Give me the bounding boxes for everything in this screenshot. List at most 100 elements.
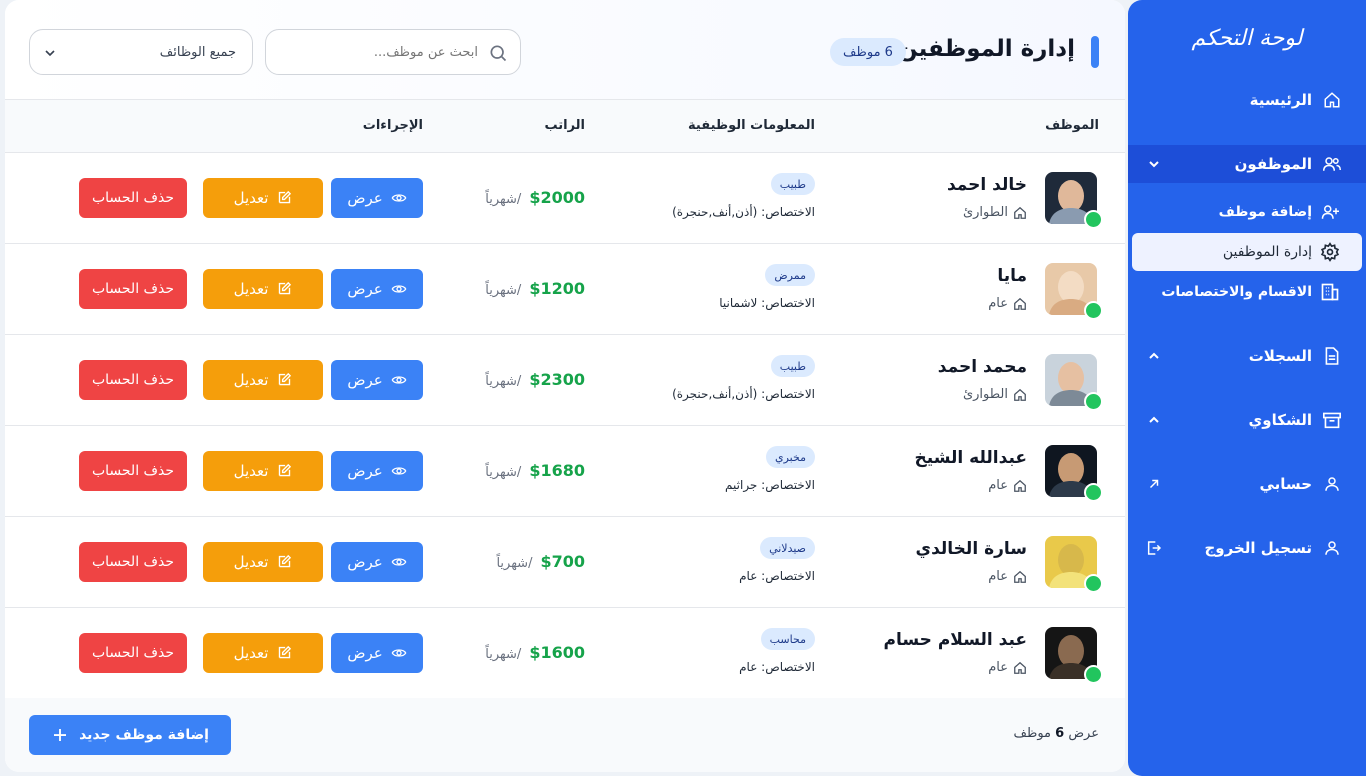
table-footer: عرض 6 موظف إضافة موظف جديد	[5, 698, 1125, 772]
employee-count-badge: 6 موظف	[830, 38, 906, 66]
edit-button[interactable]: تعديل	[203, 360, 323, 400]
employee-department: عام	[988, 660, 1027, 675]
delete-account-button[interactable]: حذف الحساب	[79, 269, 187, 309]
plus-icon	[51, 726, 69, 744]
edit-icon	[276, 190, 292, 206]
specialization: الاختصاص: عام	[739, 569, 815, 583]
user-plus-icon	[1320, 202, 1340, 222]
chevron-down-icon	[42, 45, 58, 61]
sidebar-subitem-label: إدارة الموظفين	[1222, 244, 1312, 260]
delete-account-button[interactable]: حذف الحساب	[79, 633, 187, 673]
role-badge: مخبري	[766, 446, 815, 468]
gear-icon	[1320, 242, 1340, 262]
sidebar-subitem-add-employee[interactable]: إضافة موظف	[1132, 193, 1362, 231]
sidebar-item-account[interactable]: حسابي	[1128, 465, 1366, 503]
eye-icon	[391, 554, 407, 570]
user-icon	[1322, 474, 1342, 494]
table-row: سارة الخالدي عام صيدلاني الاختصاص: عام $…	[5, 517, 1125, 608]
employee-department: عام	[988, 478, 1027, 493]
salary-period: /شهرياً	[485, 647, 522, 662]
delete-account-button[interactable]: حذف الحساب	[79, 360, 187, 400]
delete-account-button[interactable]: حذف الحساب	[79, 451, 187, 491]
employee-name: سارة الخالدي	[915, 539, 1027, 559]
sidebar-subitem-label: الاقسام والاختصاصات	[1161, 284, 1312, 300]
table-row: محمد احمد الطوارئ طبيب الاختصاص: (أذن,أن…	[5, 335, 1125, 426]
view-button[interactable]: عرض	[331, 269, 423, 309]
sidebar-item-label: السجلات	[1248, 347, 1312, 365]
search-box[interactable]	[265, 29, 521, 75]
edit-button[interactable]: تعديل	[203, 633, 323, 673]
view-button[interactable]: عرض	[331, 360, 423, 400]
sidebar-item-label: الموظفون	[1234, 155, 1312, 173]
building-icon	[1320, 282, 1340, 302]
salary-amount: $2000	[529, 188, 585, 207]
table-row: عبدالله الشيخ عام مخبري الاختصاص: جراثيم…	[5, 426, 1125, 517]
sidebar-item-records[interactable]: السجلات	[1128, 337, 1366, 375]
salary-amount: $1600	[529, 643, 585, 662]
job-filter-select[interactable]: جميع الوظائف	[29, 29, 253, 75]
delete-account-button[interactable]: حذف الحساب	[79, 178, 187, 218]
home-icon	[1013, 661, 1027, 675]
sidebar-item-employees[interactable]: الموظفون	[1128, 145, 1366, 183]
table-row: عبد السلام حسام عام محاسب الاختصاص: عام …	[5, 608, 1125, 699]
logout-icon	[1146, 540, 1162, 556]
edit-button[interactable]: تعديل	[203, 451, 323, 491]
sidebar-item-logout[interactable]: تسجيل الخروج	[1128, 529, 1366, 567]
external-link-icon	[1146, 476, 1162, 492]
specialization: الاختصاص: (أذن,أنف,حنجرة)	[672, 387, 815, 401]
eye-icon	[391, 190, 407, 206]
home-icon	[1013, 479, 1027, 493]
home-icon	[1013, 206, 1027, 220]
edit-button[interactable]: تعديل	[203, 542, 323, 582]
eye-icon	[391, 281, 407, 297]
specialization: الاختصاص: جراثيم	[725, 478, 815, 492]
archive-icon	[1322, 410, 1342, 430]
edit-icon	[276, 554, 292, 570]
role-badge: طبيب	[770, 355, 815, 377]
document-icon	[1322, 346, 1342, 366]
view-button[interactable]: عرض	[331, 451, 423, 491]
chevron-up-icon	[1146, 348, 1162, 364]
view-button[interactable]: عرض	[331, 633, 423, 673]
column-job-info: المعلومات الوظيفية	[688, 118, 815, 133]
add-employee-button[interactable]: إضافة موظف جديد	[29, 715, 231, 755]
specialization: الاختصاص: (أذن,أنف,حنجرة)	[672, 205, 815, 219]
search-icon	[488, 43, 508, 63]
chevron-up-icon	[1146, 412, 1162, 428]
online-status-dot	[1084, 392, 1103, 411]
employee-name: عبدالله الشيخ	[914, 448, 1027, 468]
sidebar-subitem-manage-employees[interactable]: إدارة الموظفين	[1132, 233, 1362, 271]
chevron-down-icon	[1146, 156, 1162, 172]
specialization: الاختصاص: لاشمانيا	[719, 296, 815, 310]
view-button[interactable]: عرض	[331, 178, 423, 218]
online-status-dot	[1084, 665, 1103, 684]
search-input[interactable]	[276, 40, 478, 64]
employee-name: مايا	[997, 266, 1027, 286]
employee-name: محمد احمد	[937, 357, 1027, 377]
edit-button[interactable]: تعديل	[203, 269, 323, 309]
column-actions: الإجراءات	[362, 118, 423, 133]
sidebar-subitem-label: إضافة موظف	[1218, 204, 1312, 220]
sidebar-subitem-departments[interactable]: الاقسام والاختصاصات	[1132, 273, 1362, 311]
main-card: إدارة الموظفين 6 موظف جميع الوظائف الموظ…	[5, 0, 1125, 772]
sidebar-item-complaints[interactable]: الشكاوي	[1128, 401, 1366, 439]
online-status-dot	[1084, 210, 1103, 229]
home-icon	[1013, 297, 1027, 311]
online-status-dot	[1084, 301, 1103, 320]
view-button[interactable]: عرض	[331, 542, 423, 582]
salary-period: /شهرياً	[496, 556, 533, 571]
salary-period: /شهرياً	[485, 192, 522, 207]
sidebar-title: لوحة التحكم	[1191, 26, 1303, 51]
sidebar: لوحة التحكم الرئيسية الموظفون إضافة موظف…	[1128, 0, 1366, 776]
sidebar-item-label: تسجيل الخروج	[1204, 539, 1313, 557]
eye-icon	[391, 463, 407, 479]
online-status-dot	[1084, 483, 1103, 502]
column-employee: الموظف	[1045, 118, 1099, 133]
edit-icon	[276, 645, 292, 661]
page-title: إدارة الموظفين	[897, 36, 1075, 62]
salary: $1200 /شهرياً	[485, 279, 585, 298]
delete-account-button[interactable]: حذف الحساب	[79, 542, 187, 582]
edit-button[interactable]: تعديل	[203, 178, 323, 218]
sidebar-item-home[interactable]: الرئيسية	[1128, 81, 1366, 119]
salary-amount: $2300	[529, 370, 585, 389]
